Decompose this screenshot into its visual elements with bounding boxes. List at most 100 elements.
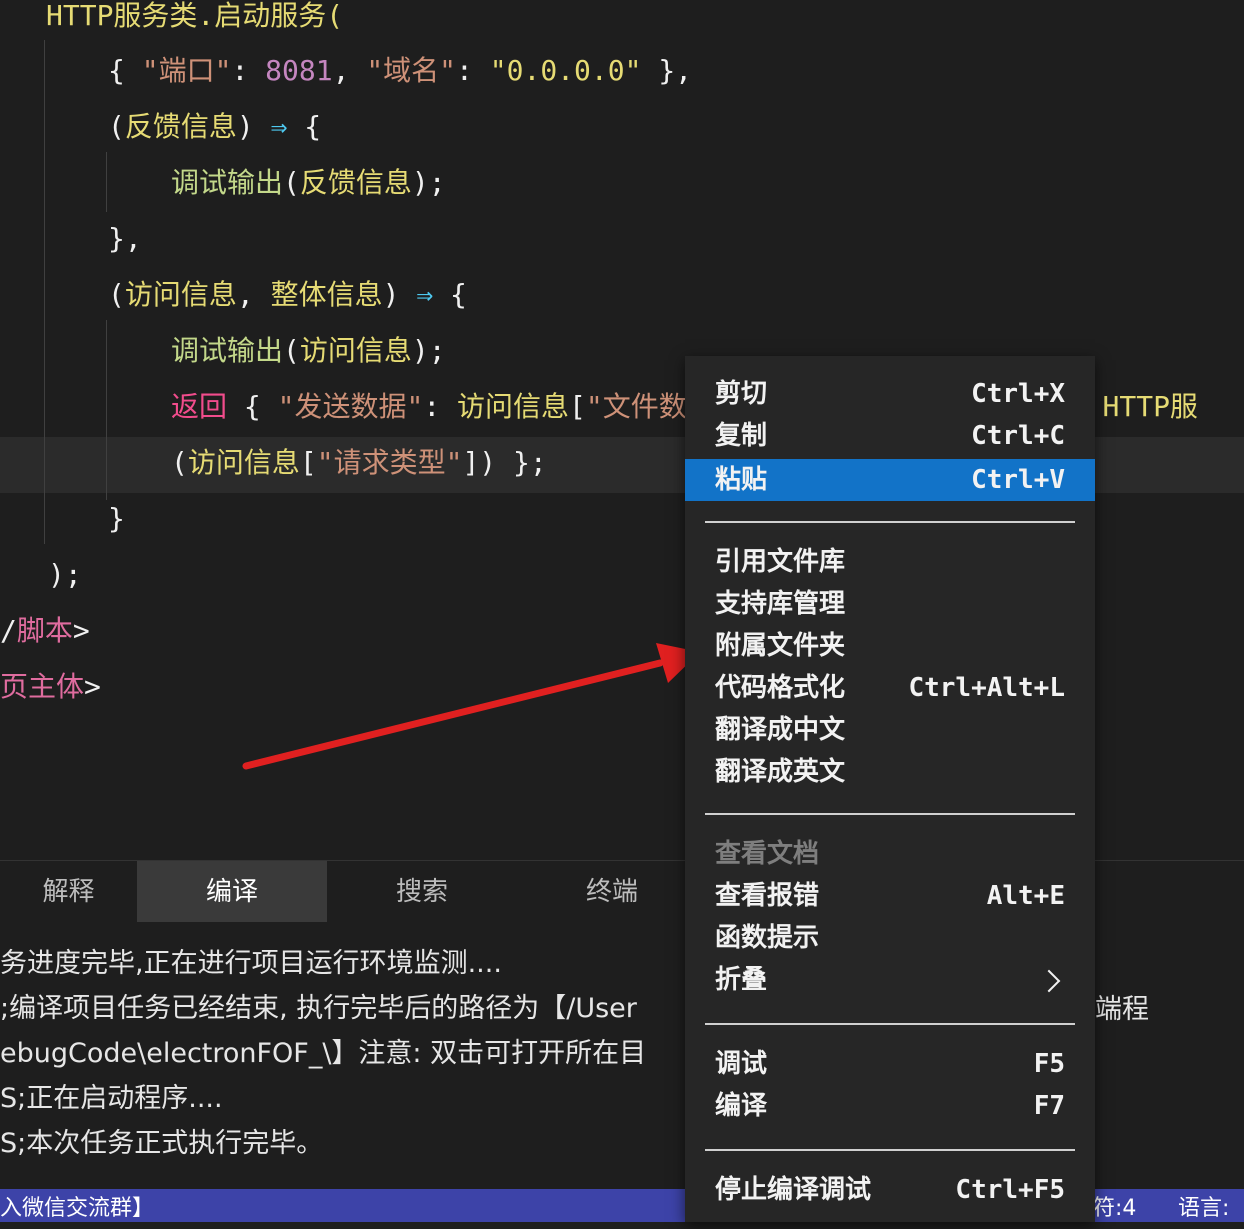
code-line[interactable]: (反馈信息) ⇒ { [108,99,321,155]
indent-guide [44,40,45,544]
menu-item[interactable]: 复制 Ctrl+C [685,415,1095,457]
indent-guide [106,320,107,500]
code-token: : [456,54,490,87]
menu-item-shortcut: Ctrl+X [971,379,1065,409]
menu-item[interactable]: 函数提示 [685,917,1095,959]
menu-item-shortcut: Alt+E [986,881,1065,911]
menu-item-label: 剪切 [715,379,768,409]
menu-item-label: 支持库管理 [715,589,846,619]
output-line: S;本次任务正式执行完毕。 [0,1128,324,1159]
menu-item-label: 引用文件库 [715,547,846,577]
code-token: ⇒ [270,110,288,143]
output-line: S;正在启动程序.... [0,1083,223,1114]
code-token: }, [641,54,693,87]
output-line: ebugCode\electronFOF_\】注意: 双击可打开所在目 [0,1038,647,1069]
code-token: 访问信息 [187,446,300,479]
code-line[interactable]: (访问信息["请求类型"]) }; [171,435,547,491]
code-token: ); [411,166,446,199]
code-token: HTTP服 [1102,390,1198,423]
code-token: 调试输出 [171,334,284,367]
menu-item[interactable]: 查看报错 Alt+E [685,875,1095,917]
code-line[interactable]: { "端口": 8081, "域名": "0.0.0.0" }, [108,43,692,99]
menu-item[interactable]: 代码格式化 Ctrl+Alt+L [685,667,1095,709]
menu-item-label: 查看文档 [715,839,820,869]
code-line[interactable]: 调试输出(访问信息); [171,323,446,379]
menu-item[interactable]: 调试 F5 [685,1043,1095,1085]
code-token: 访问信息 [124,278,237,311]
code-token: > [84,670,101,703]
code-line[interactable]: 页主体> [0,659,101,715]
menu-item-label: 复制 [715,421,768,451]
menu-item-label: 停止编译调试 [715,1175,872,1205]
code-token: , [332,54,367,87]
menu-item[interactable]: 引用文件库 [685,541,1095,583]
code-token: 访问信息 [299,334,412,367]
output-right-fragment: 端程 [1095,994,1149,1025]
context-menu: 剪切 Ctrl+X 复制 Ctrl+C 粘贴 Ctrl+V 引用文件库支持库管理附属文件夹代… [685,356,1095,1222]
code-token: ); [48,558,82,591]
menu-item-shortcut: F5 [1033,1049,1065,1079]
code-token: "0.0.0.0" [489,54,642,87]
menu-item[interactable]: 折叠 [685,959,1095,1001]
menu-separator [705,813,1075,815]
code-token: 访问信息 [457,390,570,423]
code-token: }, [108,222,142,255]
code-token: 调试输出 [171,166,284,199]
output-line: ;编译项目任务已经结束, 执行完毕后的路径为【/User [0,993,637,1024]
menu-item-shortcut: Ctrl+Alt+L [908,673,1065,703]
code-token: ) [382,278,417,311]
code-token: 反馈信息 [299,166,412,199]
menu-item-label: 折叠 [715,965,768,995]
status-language[interactable]: 语言: [1178,1189,1229,1229]
code-token: 脚本 [16,614,73,647]
menu-item[interactable]: 附属文件夹 [685,625,1095,667]
menu-item[interactable]: 粘贴 Ctrl+V [685,459,1095,501]
tab-compile[interactable]: 编译 [137,861,327,923]
code-token: ( [108,278,125,311]
tab-explain[interactable]: 解释 [0,861,137,923]
code-line[interactable]: } [108,491,125,547]
code-token: "端口" [141,54,232,87]
code-token: { [227,390,278,423]
menu-item[interactable]: 编译 F7 [685,1085,1095,1127]
menu-item-shortcut: F7 [1033,1091,1065,1121]
code-line[interactable]: HTTP服务类.启动服务( [46,0,343,44]
code-token: "域名" [366,54,457,87]
menu-item[interactable]: 翻译成中文 [685,709,1095,751]
code-token: ( [171,446,188,479]
code-token: : [423,390,458,423]
code-token: , [236,278,271,311]
menu-item-label: 翻译成中文 [715,715,846,745]
code-line[interactable]: 调试输出(反馈信息); [171,155,446,211]
menu-item-label: 调试 [715,1049,768,1079]
code-token: { [287,110,322,143]
menu-item[interactable]: 翻译成英文 [685,751,1095,793]
code-token: 页主体 [0,670,85,703]
code-token: 反馈信息 [124,110,237,143]
code-token: 整体信息 [270,278,383,311]
code-line[interactable]: (访问信息, 整体信息) ⇒ { [108,267,467,323]
code-token: ( [283,334,300,367]
menu-item-label: 代码格式化 [715,673,846,703]
code-line[interactable]: ); [48,547,82,603]
menu-item[interactable]: 支持库管理 [685,583,1095,625]
code-token: "请求类型" [316,446,463,479]
status-indent-info[interactable]: 符:4 [1093,1189,1136,1229]
indent-guide [106,152,107,212]
code-token: 8081 [265,54,333,87]
menu-item-label: 查看报错 [715,881,820,911]
tab-terminal[interactable]: 终端 [517,861,707,923]
menu-item: 查看文档 [685,833,1095,875]
code-token: ( [283,166,300,199]
menu-item[interactable]: 停止编译调试 Ctrl+F5 [685,1169,1095,1211]
menu-item-label: 编译 [715,1091,768,1121]
code-line[interactable]: }, [108,211,142,267]
menu-separator [705,1023,1075,1025]
code-line[interactable]: /脚本> [0,603,90,659]
tab-search[interactable]: 搜索 [327,861,517,923]
menu-item-label: 附属文件夹 [715,631,846,661]
status-wechat-link[interactable]: 入微信交流群】 [0,1189,154,1229]
menu-item[interactable]: 剪切 Ctrl+X [685,373,1095,415]
menu-item-shortcut: Ctrl+F5 [955,1175,1065,1205]
menu-item-shortcut: Ctrl+C [971,421,1065,451]
